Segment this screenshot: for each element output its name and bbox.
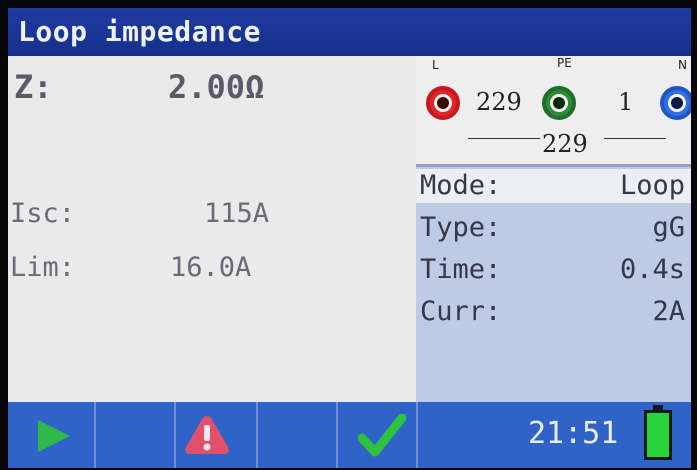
warning-icon: [185, 416, 229, 454]
checkmark-icon: [358, 414, 406, 457]
terminal-n-label: N: [678, 58, 687, 72]
param-row-mode[interactable]: Mode: Loop: [416, 169, 691, 203]
param-value: Loop: [619, 170, 685, 201]
pe-n-line: [604, 138, 666, 139]
play-icon[interactable]: [36, 418, 72, 454]
status-bar: 21:51: [8, 402, 691, 468]
param-label: Type:: [420, 212, 502, 243]
param-label: Curr:: [420, 296, 502, 327]
param-row-time[interactable]: Time: 0.4s: [416, 253, 691, 287]
z-value: 2.00Ω: [168, 68, 265, 106]
z-label: Z:: [14, 68, 53, 106]
param-row-curr[interactable]: Curr: 2A: [416, 295, 691, 329]
results-panel: Z: 2.00Ω Isc: 115A Lim: 16.0A: [8, 56, 416, 402]
terminal-l-icon: [426, 86, 460, 120]
l-n-voltage: 229: [542, 130, 588, 158]
terminal-l-label: L: [432, 58, 439, 72]
lim-value: 16.0A: [170, 252, 252, 283]
separator: [174, 402, 176, 468]
isc-label: Isc:: [10, 198, 76, 229]
param-label: Mode:: [420, 170, 502, 201]
tester-screen: Loop impedance Z: 2.00Ω Isc: 115A Lim: 1…: [8, 8, 691, 468]
separator: [336, 402, 338, 468]
param-label: Time:: [420, 254, 502, 285]
settings-panel: L PE N 229 1 229 Mode: Loop Type: gG Tim…: [416, 56, 691, 402]
param-value: 2A: [652, 296, 685, 327]
param-value: 0.4s: [619, 254, 685, 285]
panel-divider: [416, 164, 691, 167]
terminal-voltages: L PE N 229 1 229: [416, 56, 691, 164]
separator: [94, 402, 96, 468]
isc-value: 115A: [204, 198, 270, 229]
page-title: Loop impedance: [8, 8, 691, 56]
lim-label: Lim:: [10, 252, 76, 283]
separator: [416, 402, 418, 468]
pe-n-voltage: 1: [618, 88, 634, 116]
param-value: gG: [652, 212, 685, 243]
param-row-type[interactable]: Type: gG: [416, 211, 691, 245]
separator: [256, 402, 258, 468]
battery-icon: [644, 410, 672, 460]
clock-time: 21:51: [528, 416, 619, 451]
terminal-pe-label: PE: [557, 56, 572, 70]
terminal-pe-icon: [542, 86, 576, 120]
l-pe-voltage: 229: [476, 88, 522, 116]
terminal-n-icon: [660, 86, 691, 120]
l-pe-line: [468, 138, 540, 139]
